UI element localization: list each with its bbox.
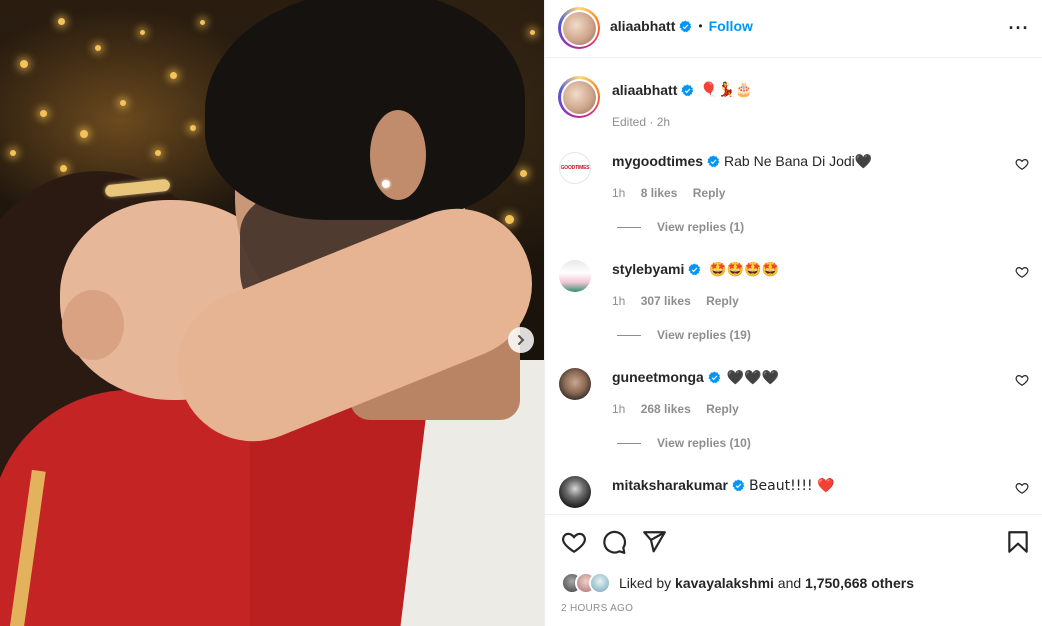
comment-time: 1h: [612, 294, 626, 308]
comment-likes[interactable]: 268 likes: [641, 402, 691, 416]
comment-text: 🤩🤩🤩🤩: [709, 262, 780, 278]
comment-time: 1h: [612, 186, 626, 200]
author-avatar[interactable]: [558, 7, 600, 49]
caption-author-username[interactable]: aliaabhatt: [612, 82, 677, 98]
separator-dot: •: [698, 19, 703, 33]
paper-plane-icon[interactable]: [641, 529, 667, 555]
liked-by-and: and: [777, 575, 802, 591]
commenter-avatar[interactable]: [559, 368, 591, 400]
commenter-username[interactable]: mitaksharakumar: [612, 477, 728, 493]
heart-outline-icon[interactable]: [561, 529, 587, 555]
comment-item: stylebyami 🤩🤩🤩🤩 1h 307 likes Reply View r…: [559, 260, 1029, 360]
commenter-username[interactable]: mygoodtimes: [612, 153, 703, 169]
verified-badge-icon: [708, 371, 721, 384]
earring-stud: [382, 180, 390, 188]
follow-button[interactable]: Follow: [709, 18, 753, 34]
comment-meta: 1h 8 likes Reply: [612, 186, 737, 200]
commenter-username[interactable]: stylebyami: [612, 261, 684, 277]
caption-meta: Edited · 2h: [612, 115, 671, 129]
comment-text: Rab Ne Bana Di Jodi🖤: [724, 153, 873, 169]
comment-likes[interactable]: 8 likes: [641, 186, 678, 200]
next-image-button[interactable]: [508, 327, 534, 353]
comment-meta: 1h 268 likes Reply: [612, 402, 751, 416]
comment-text: Beaut!!!! ❤️: [748, 478, 835, 494]
comments-list[interactable]: aliaabhatt 🎈💃🎂 Edited · 2h GOODTIMES myg…: [545, 58, 1042, 514]
verified-badge-icon: [679, 20, 692, 32]
post-timestamp: 2 HOURS AGO: [561, 603, 634, 614]
comment-text: 🖤🖤🖤: [726, 370, 780, 386]
reply-button[interactable]: Reply: [706, 294, 739, 308]
author-username[interactable]: aliaabhatt: [610, 18, 675, 34]
post-actions: Liked by kavayalakshmi and 1,750,668 oth…: [545, 514, 1042, 626]
comment-like-icon[interactable]: [1015, 373, 1029, 387]
man-ear: [370, 110, 426, 200]
caption-text: 🎈💃🎂: [700, 82, 753, 98]
comment-likes[interactable]: 307 likes: [641, 294, 691, 308]
comment-item: GOODTIMES mygoodtimes Rab Ne Bana Di Jodi…: [559, 152, 1029, 252]
likes-count[interactable]: 1,750,668 others: [805, 575, 914, 591]
commenter-avatar[interactable]: [559, 260, 591, 292]
likes-summary[interactable]: Liked by kavayalakshmi and 1,750,668 oth…: [561, 571, 914, 595]
liker-avatars: [561, 572, 613, 594]
woman-ear: [62, 290, 124, 360]
bookmark-icon[interactable]: [1005, 529, 1031, 555]
caption-author-avatar[interactable]: [558, 76, 600, 118]
ellipsis-icon: ···: [1008, 18, 1030, 38]
comment-like-icon[interactable]: [1015, 265, 1029, 279]
reply-button[interactable]: Reply: [693, 186, 726, 200]
commenter-avatar[interactable]: [559, 476, 591, 508]
view-replies-button[interactable]: View replies (10): [617, 436, 751, 450]
view-replies-button[interactable]: View replies (19): [617, 328, 751, 342]
comment-item: mitaksharakumar Beaut!!!! ❤️: [559, 476, 1029, 514]
comment-item: guneetmonga 🖤🖤🖤 1h 268 likes Reply View r…: [559, 368, 1029, 468]
post-side-panel: aliaabhatt • Follow ··· aliaabhatt 🎈💃🎂 E…: [544, 0, 1042, 626]
commenter-username[interactable]: guneetmonga: [612, 369, 704, 385]
chevron-right-icon: [518, 335, 525, 345]
liked-by-user[interactable]: kavayalakshmi: [675, 575, 774, 591]
comment-bubble-icon[interactable]: [601, 529, 627, 555]
comment-like-icon[interactable]: [1015, 481, 1029, 495]
liked-by-prefix: Liked by: [619, 575, 672, 591]
view-replies-button[interactable]: View replies (1): [617, 220, 744, 234]
verified-badge-icon: [732, 479, 745, 492]
man-hair: [205, 0, 525, 220]
comment-time: 1h: [612, 402, 626, 416]
post-header: aliaabhatt • Follow ···: [545, 0, 1042, 58]
verified-badge-icon: [688, 263, 701, 276]
comment-meta: 1h 307 likes Reply: [612, 294, 751, 308]
verified-badge-icon: [707, 155, 720, 168]
post-photo[interactable]: [0, 0, 544, 626]
more-options-button[interactable]: ···: [1009, 18, 1029, 38]
commenter-avatar[interactable]: GOODTIMES: [559, 152, 591, 184]
comment-like-icon[interactable]: [1015, 157, 1029, 171]
verified-badge-icon: [681, 84, 694, 96]
reply-button[interactable]: Reply: [706, 402, 739, 416]
post-caption: aliaabhatt 🎈💃🎂 Edited · 2h: [558, 76, 1029, 136]
